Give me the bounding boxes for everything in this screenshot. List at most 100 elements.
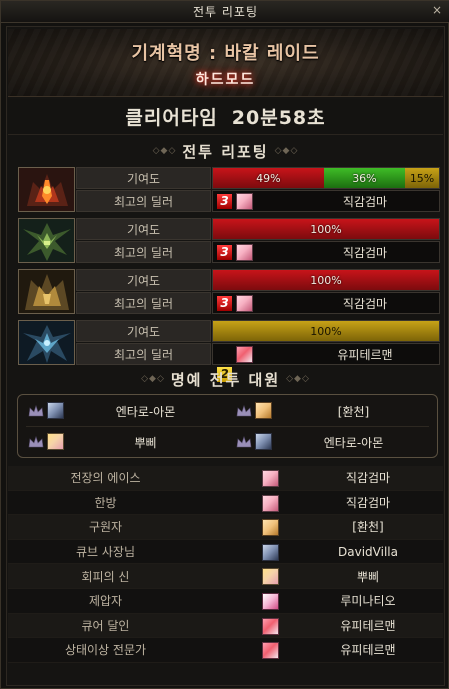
top-dealer-cell: 2 유피테르맨	[212, 343, 440, 382]
crown-icon	[28, 405, 44, 417]
window-title: 전투 리포팅	[192, 5, 258, 19]
avatar	[47, 433, 64, 450]
avatar	[262, 494, 279, 512]
divider	[26, 426, 429, 427]
crown-icon	[28, 436, 44, 448]
top-dealer-cell: 3 직감검마	[212, 241, 440, 263]
honor-member-name: [환천]	[337, 404, 370, 419]
close-icon[interactable]: ×	[430, 3, 444, 17]
contribution-label: 기여도	[76, 218, 211, 240]
avatar	[255, 402, 272, 419]
contribution-label: 기여도	[76, 320, 211, 342]
award-player: 유피테르맨	[340, 618, 396, 633]
award-row: 전장의 에이스 직감검마	[8, 466, 443, 491]
ornament-left: ◇◆◇	[141, 374, 165, 384]
crown-icon	[236, 405, 252, 417]
contribution-label: 기여도	[76, 167, 211, 189]
honor-member[interactable]: 엔타로-아몬	[230, 429, 435, 455]
contribution-segment: 100%	[213, 270, 439, 290]
ornament-left: ◇◆◇	[152, 146, 177, 156]
award-row: 상태이상 전문가 유피테르맨	[8, 638, 443, 663]
award-row: 한방 직감검마	[8, 490, 443, 516]
award-player: 직감검마	[345, 471, 391, 486]
gold-dragon-portrait	[18, 269, 75, 314]
top-dealer-label: 최고의 딜러	[76, 343, 211, 365]
honor-member-name: 뿌삐	[134, 435, 157, 450]
avatar	[236, 244, 253, 261]
contribution-bar: 100%	[212, 218, 440, 240]
contribution-bar: 100%	[212, 269, 440, 291]
ornament-right: ◇◆◇	[286, 374, 310, 384]
top-dealer-name: 직감검마	[342, 245, 388, 260]
contribution-segment: 15%	[405, 168, 439, 188]
top-dealer-name: 직감검마	[342, 296, 388, 311]
section-honor-title: 명예 전투 대원	[170, 370, 281, 389]
avatar	[262, 592, 279, 610]
top-dealer-name: 직감검마	[342, 194, 388, 209]
contribution-bar: 100%	[212, 320, 440, 342]
top-dealer-label: 최고의 딜러	[76, 241, 211, 263]
boss-row: 기여도 최고의 딜러 100% 3 직감검마	[18, 269, 440, 314]
rank-badge: 3	[217, 296, 232, 311]
award-title: 상태이상 전문가	[64, 643, 147, 658]
honor-members-box: 엔타로-아몬 [환천] 뿌삐 엔타로-아몬	[17, 394, 438, 458]
award-player: 루미나티오	[340, 594, 396, 609]
clear-time-label: 클리어타임	[125, 107, 218, 129]
avatar	[236, 346, 253, 363]
avatar	[47, 402, 64, 419]
award-row: 구원자 [환천]	[8, 515, 443, 540]
avatar	[262, 568, 279, 586]
title-bar[interactable]: 전투 리포팅 ×	[1, 1, 449, 23]
award-player: DavidVilla	[338, 544, 398, 559]
raid-title: 기계혁명 : 바칼 레이드	[131, 43, 320, 64]
avatar	[262, 617, 279, 635]
rank-badge: 3	[217, 245, 232, 260]
contribution-segment: 100%	[213, 219, 439, 239]
honor-member[interactable]: 뿌삐	[22, 429, 227, 455]
fire-dragon-portrait	[18, 167, 75, 212]
avatar	[262, 543, 279, 561]
honor-member[interactable]: [환천]	[230, 398, 435, 424]
section-honor-header: ◇◆◇ 명예 전투 대원 ◇◆◇	[8, 368, 443, 390]
award-title: 큐어 달인	[81, 618, 130, 633]
award-title: 구원자	[88, 520, 123, 535]
award-row: 큐어 달인 유피테르맨	[8, 613, 443, 639]
crown-icon	[236, 436, 252, 448]
award-title: 한방	[94, 495, 117, 510]
avatar	[262, 642, 279, 660]
award-player: 직감검마	[345, 495, 391, 510]
contribution-label: 기여도	[76, 269, 211, 291]
award-title: 회피의 신	[81, 569, 130, 584]
battle-report-window: 전투 리포팅 × 기계혁명 : 바칼 레이드 하드모드 클리어타임 20분58초…	[0, 0, 449, 689]
green-dragon-portrait	[18, 218, 75, 263]
avatar	[236, 193, 253, 210]
award-row: 제압자 루미나티오	[8, 588, 443, 614]
awards-list: 전장의 에이스 직감검마 한방 직감검마 구원자 [환천] 큐브 사장님 Dav…	[8, 466, 443, 663]
section-report-header: ◇◆◇ 전투 리포팅 ◇◆◇	[8, 140, 443, 162]
avatar	[255, 433, 272, 450]
boss-row: 기여도 최고의 딜러 100% 3 직감검마	[18, 218, 440, 263]
raid-mode: 하드모드	[195, 72, 256, 88]
award-title: 제압자	[88, 594, 123, 609]
avatar	[262, 470, 279, 487]
boss-row: 기여도 최고의 딜러 49% 36% 15% 3 직감검마	[18, 167, 440, 212]
avatar	[262, 519, 279, 537]
top-dealer-label: 최고의 딜러	[76, 292, 211, 314]
avatar	[236, 295, 253, 312]
honor-member[interactable]: 엔타로-아몬	[22, 398, 227, 424]
rank-badge: 3	[217, 194, 232, 209]
award-player: 유피테르맨	[340, 643, 396, 658]
ice-dragon-portrait	[18, 320, 75, 365]
honor-member-name: 엔타로-아몬	[115, 404, 176, 419]
clear-time: 클리어타임 20분58초	[8, 99, 443, 135]
award-player: 뿌삐	[356, 569, 380, 584]
top-dealer-cell: 3 직감검마	[212, 190, 440, 212]
award-title: 전장의 에이스	[70, 471, 141, 486]
top-dealer-label: 최고의 딜러	[76, 190, 211, 212]
section-report-title: 전투 리포팅	[182, 142, 269, 161]
top-dealer-cell: 3 직감검마	[212, 292, 440, 314]
award-row: 큐브 사장님 DavidVilla	[8, 539, 443, 565]
contribution-segment: 100%	[213, 321, 439, 341]
clear-time-value: 20분58초	[231, 107, 326, 129]
top-dealer-name: 유피테르맨	[337, 347, 393, 362]
